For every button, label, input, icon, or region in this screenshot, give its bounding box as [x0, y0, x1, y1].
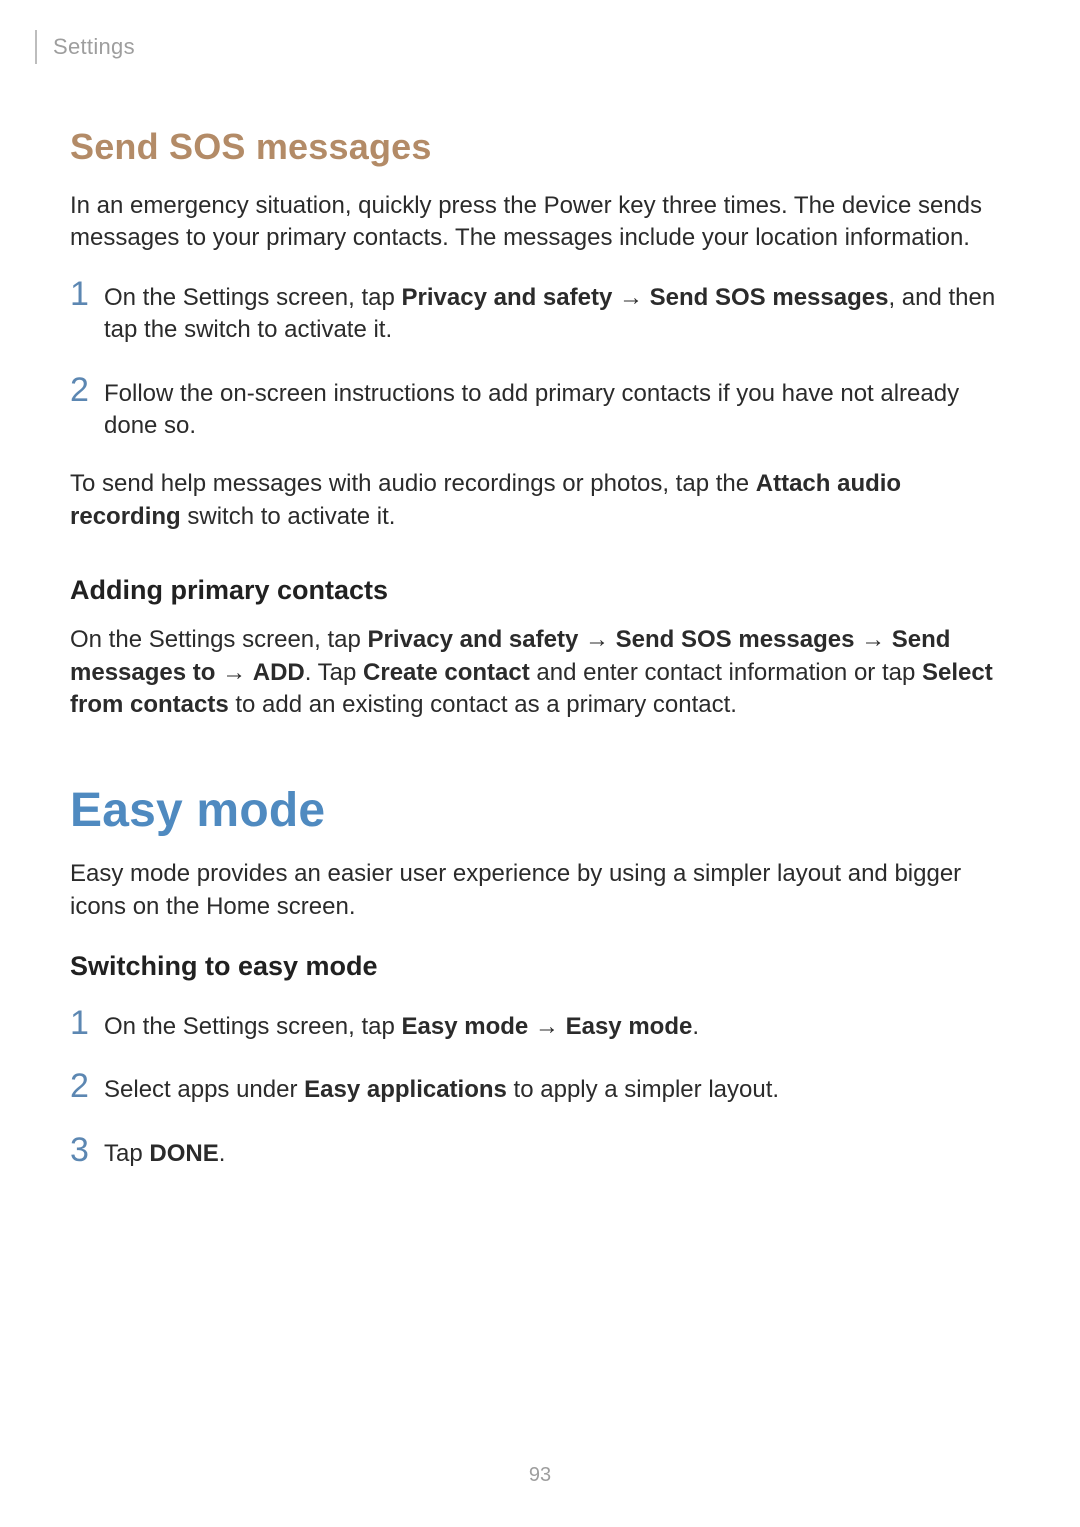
bold-text: Send SOS messages	[616, 626, 855, 653]
step-number: 2	[70, 373, 104, 407]
bold-text: Privacy and safety	[368, 626, 579, 653]
easy-step-list: 1 On the Settings screen, tap Easy mode …	[70, 1006, 1010, 1170]
switching-easy-heading: Switching to easy mode	[70, 951, 1010, 982]
arrow-icon: →	[854, 626, 891, 653]
sos-step-list: 1 On the Settings screen, tap Privacy an…	[70, 277, 1010, 443]
step-text: On the Settings screen, tap Privacy and …	[104, 282, 1010, 347]
text-fragment: On the Settings screen, tap	[104, 1013, 402, 1040]
bold-text: Easy applications	[304, 1076, 507, 1103]
adding-contacts-heading: Adding primary contacts	[70, 575, 1010, 606]
header-section-label: Settings	[53, 34, 135, 60]
arrow-icon: →	[528, 1013, 565, 1040]
step-number: 1	[70, 1006, 104, 1040]
page-header: Settings	[35, 30, 1010, 64]
sos-step-1: 1 On the Settings screen, tap Privacy an…	[70, 277, 1010, 347]
bold-text: Create contact	[363, 659, 530, 686]
step-text: Tap DONE.	[104, 1138, 225, 1170]
text-fragment: On the Settings screen, tap	[104, 284, 402, 311]
text-fragment: Select apps under	[104, 1076, 304, 1103]
easy-step-3: 3 Tap DONE.	[70, 1133, 1010, 1170]
text-fragment: Tap	[104, 1140, 149, 1167]
bold-text: DONE	[149, 1140, 218, 1167]
sos-intro-text: In an emergency situation, quickly press…	[70, 190, 1010, 255]
text-fragment: .	[219, 1140, 226, 1167]
step-number: 3	[70, 1133, 104, 1167]
step-number: 1	[70, 277, 104, 311]
text-fragment: . Tap	[305, 659, 363, 686]
text-fragment: .	[692, 1013, 699, 1040]
step-text: On the Settings screen, tap Easy mode → …	[104, 1011, 699, 1043]
step-text: Follow the on-screen instructions to add…	[104, 378, 1010, 443]
sos-heading: Send SOS messages	[70, 126, 1010, 168]
bold-text: Easy mode	[402, 1013, 529, 1040]
sos-step-2: 2 Follow the on-screen instructions to a…	[70, 373, 1010, 443]
arrow-icon: →	[215, 659, 252, 686]
sos-audio-note: To send help messages with audio recordi…	[70, 468, 1010, 533]
easy-step-1: 1 On the Settings screen, tap Easy mode …	[70, 1006, 1010, 1043]
text-fragment: To send help messages with audio recordi…	[70, 470, 756, 497]
page-number: 93	[0, 1464, 1080, 1487]
bold-text: Privacy and safety	[402, 284, 613, 311]
step-text: Select apps under Easy applications to a…	[104, 1074, 779, 1106]
arrow-icon: →	[578, 626, 615, 653]
bold-text: ADD	[253, 659, 305, 686]
text-fragment: to add an existing contact as a primary …	[229, 691, 737, 718]
text-fragment: switch to activate it.	[181, 503, 396, 530]
step-number: 2	[70, 1069, 104, 1103]
header-divider	[35, 30, 37, 64]
text-fragment: to apply a simpler layout.	[507, 1076, 779, 1103]
easy-step-2: 2 Select apps under Easy applications to…	[70, 1069, 1010, 1106]
bold-text: Send SOS messages	[650, 284, 889, 311]
page-content: Send SOS messages In an emergency situat…	[70, 64, 1010, 1170]
bold-text: Easy mode	[566, 1013, 693, 1040]
text-fragment: On the Settings screen, tap	[70, 626, 368, 653]
easy-mode-heading: Easy mode	[70, 783, 1010, 838]
manual-page: Settings Send SOS messages In an emergen…	[0, 0, 1080, 1527]
adding-contacts-text: On the Settings screen, tap Privacy and …	[70, 624, 1010, 721]
easy-intro-text: Easy mode provides an easier user experi…	[70, 858, 1010, 923]
text-fragment: and enter contact information or tap	[530, 659, 922, 686]
arrow-icon: →	[612, 284, 649, 311]
